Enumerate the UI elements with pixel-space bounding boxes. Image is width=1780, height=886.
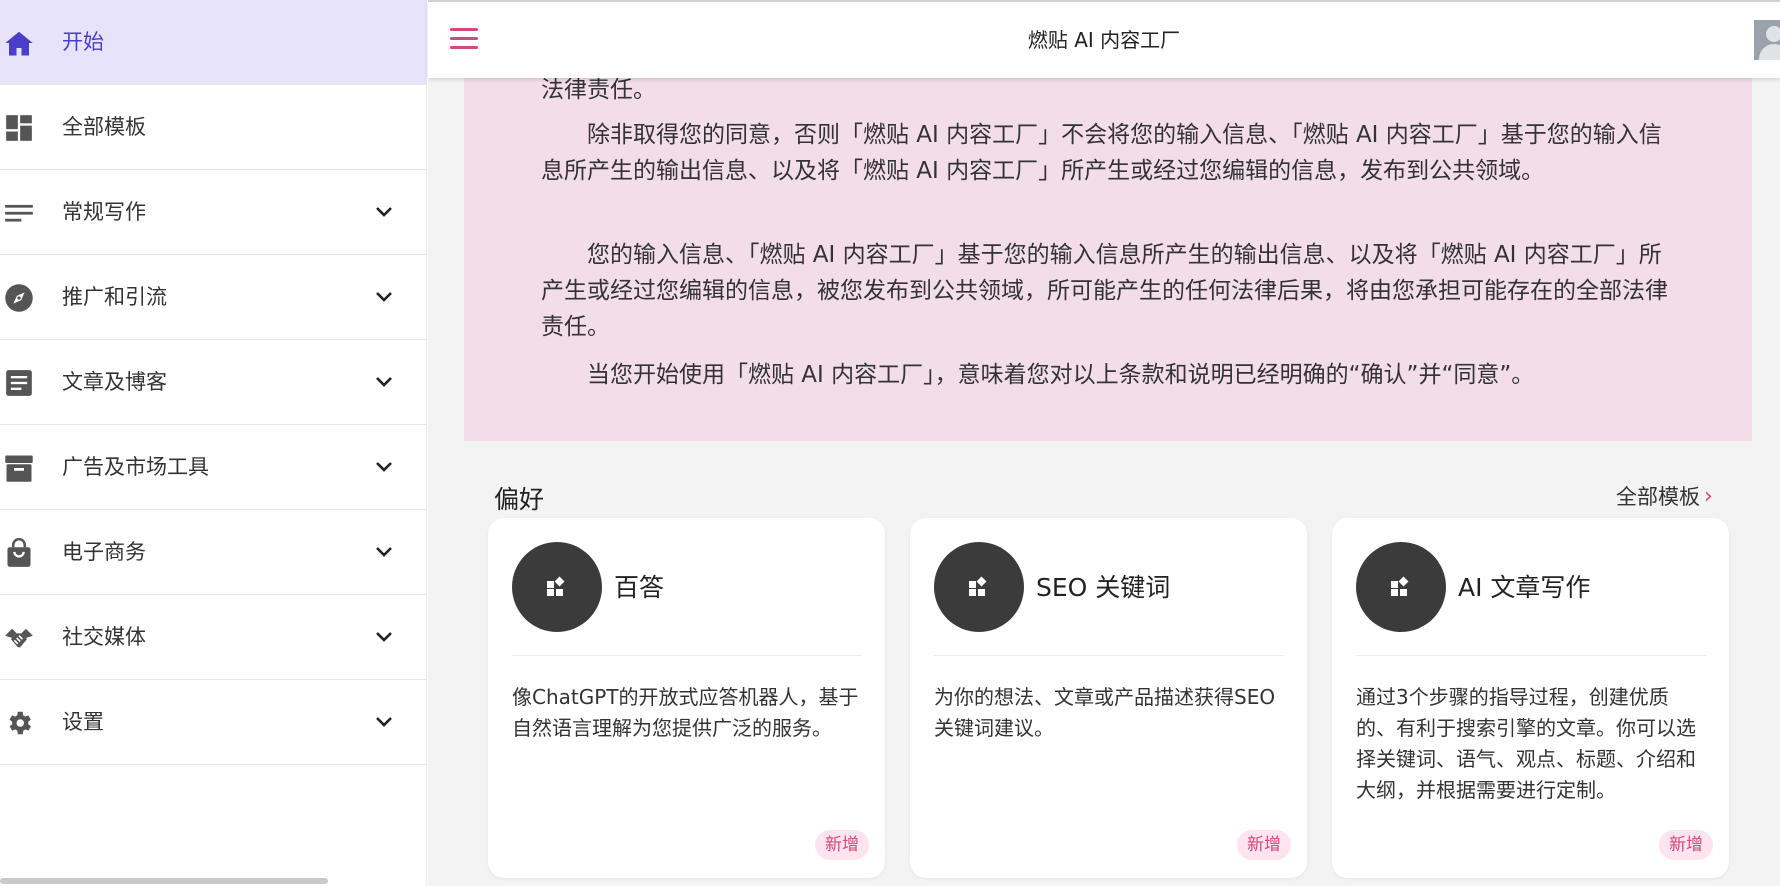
sidebar-item-label: 常规写作 <box>62 200 146 224</box>
lines-icon <box>4 198 34 228</box>
new-badge: 新增 <box>815 830 869 860</box>
chevron-right-icon: › <box>1704 483 1713 509</box>
template-icon <box>1356 542 1446 632</box>
card-title: 百答 <box>614 573 665 602</box>
template-icon <box>512 542 602 632</box>
template-icon <box>934 542 1024 632</box>
sidebar-item-start[interactable]: 开始 <box>0 0 427 85</box>
sidebar-item-all-templates[interactable]: 全部模板 <box>0 85 427 170</box>
top-header: 燃贴 AI 内容工厂 <box>428 0 1780 78</box>
card-description: 通过3个步骤的指导过程，创建优质的、有利于搜索引擎的文章。你可以选择关键词、语气… <box>1356 685 1696 802</box>
archive-icon <box>4 453 34 483</box>
sidebar-item-label: 广告及市场工具 <box>62 455 209 479</box>
handshake-icon <box>4 623 34 653</box>
sidebar-item-promotion[interactable]: 推广和引流 <box>0 255 427 340</box>
main-content: 法律责任。 除非取得您的同意，否则「燃贴 AI 内容工厂」不会将您的输入信息、「… <box>428 0 1780 886</box>
sidebar-item-label: 社交媒体 <box>62 625 146 649</box>
chevron-down-icon[interactable] <box>372 455 396 479</box>
sidebar: 开始 全部模板 常规写作 推广和引流 文章及博客 广告及市场工具 电子商务 社交… <box>0 0 427 886</box>
sidebar-item-general-writing[interactable]: 常规写作 <box>0 170 427 255</box>
chevron-down-icon[interactable] <box>372 540 396 564</box>
chevron-down-icon[interactable] <box>372 710 396 734</box>
notice-paragraph: 您的输入信息、「燃贴 AI 内容工厂」基于您的输入信息所产生的输出信息、以及将「… <box>541 242 1668 340</box>
sidebar-item-ad-marketing[interactable]: 广告及市场工具 <box>0 425 427 510</box>
sidebar-item-label: 开始 <box>62 30 104 54</box>
sidebar-item-articles-blogs[interactable]: 文章及博客 <box>0 340 427 425</box>
card-divider <box>512 655 862 656</box>
card-description: 为你的想法、文章或产品描述获得SEO关键词建议。 <box>934 685 1276 740</box>
gear-icon <box>4 708 34 738</box>
card-divider <box>934 655 1284 656</box>
shopping-bag-icon <box>4 538 34 568</box>
template-card[interactable]: 百答 像ChatGPT的开放式应答机器人，基于自然语言理解为您提供广泛的服务。 … <box>488 518 885 878</box>
app-title: 燃贴 AI 内容工厂 <box>1027 28 1181 52</box>
sidebar-item-label: 全部模板 <box>62 115 146 139</box>
template-card[interactable]: AI 文章写作 通过3个步骤的指导过程，创建优质的、有利于搜索引擎的文章。你可以… <box>1332 518 1729 878</box>
sidebar-item-settings[interactable]: 设置 <box>0 680 427 765</box>
dashboard-icon <box>4 113 34 143</box>
all-templates-link-label: 全部模板 <box>1616 485 1700 509</box>
sidebar-item-label: 电子商务 <box>62 540 146 564</box>
sidebar-scrollbar[interactable] <box>0 878 328 884</box>
new-badge: 新增 <box>1659 830 1713 860</box>
chevron-down-icon[interactable] <box>372 370 396 394</box>
new-badge: 新增 <box>1237 830 1291 860</box>
sidebar-item-social-media[interactable]: 社交媒体 <box>0 595 427 680</box>
sidebar-item-label: 推广和引流 <box>62 285 167 309</box>
card-title: SEO 关键词 <box>1036 573 1171 602</box>
card-title: AI 文章写作 <box>1458 573 1591 602</box>
avatar[interactable] <box>1754 20 1780 60</box>
sidebar-item-ecommerce[interactable]: 电子商务 <box>0 510 427 595</box>
chevron-down-icon[interactable] <box>372 285 396 309</box>
preferences-title: 偏好 <box>494 485 545 514</box>
card-description: 像ChatGPT的开放式应答机器人，基于自然语言理解为您提供广泛的服务。 <box>512 685 859 740</box>
chevron-down-icon[interactable] <box>372 625 396 649</box>
all-templates-link[interactable]: 全部模板 › <box>1616 481 1713 511</box>
template-card[interactable]: SEO 关键词 为你的想法、文章或产品描述获得SEO关键词建议。 新增 <box>910 518 1307 878</box>
sidebar-item-label: 文章及博客 <box>62 370 167 394</box>
chevron-down-icon[interactable] <box>372 200 396 224</box>
compass-icon <box>4 283 34 313</box>
notice-paragraph: 除非取得您的同意，否则「燃贴 AI 内容工厂」不会将您的输入信息、「燃贴 AI … <box>541 122 1662 184</box>
card-divider <box>1356 655 1706 656</box>
home-icon <box>4 28 34 58</box>
article-icon <box>4 368 34 398</box>
sidebar-item-label: 设置 <box>62 710 104 734</box>
notice-paragraph: 当您开始使用「燃贴 AI 内容工厂」，意味着您对以上条款和说明已经明确的“确认”… <box>541 362 1535 388</box>
